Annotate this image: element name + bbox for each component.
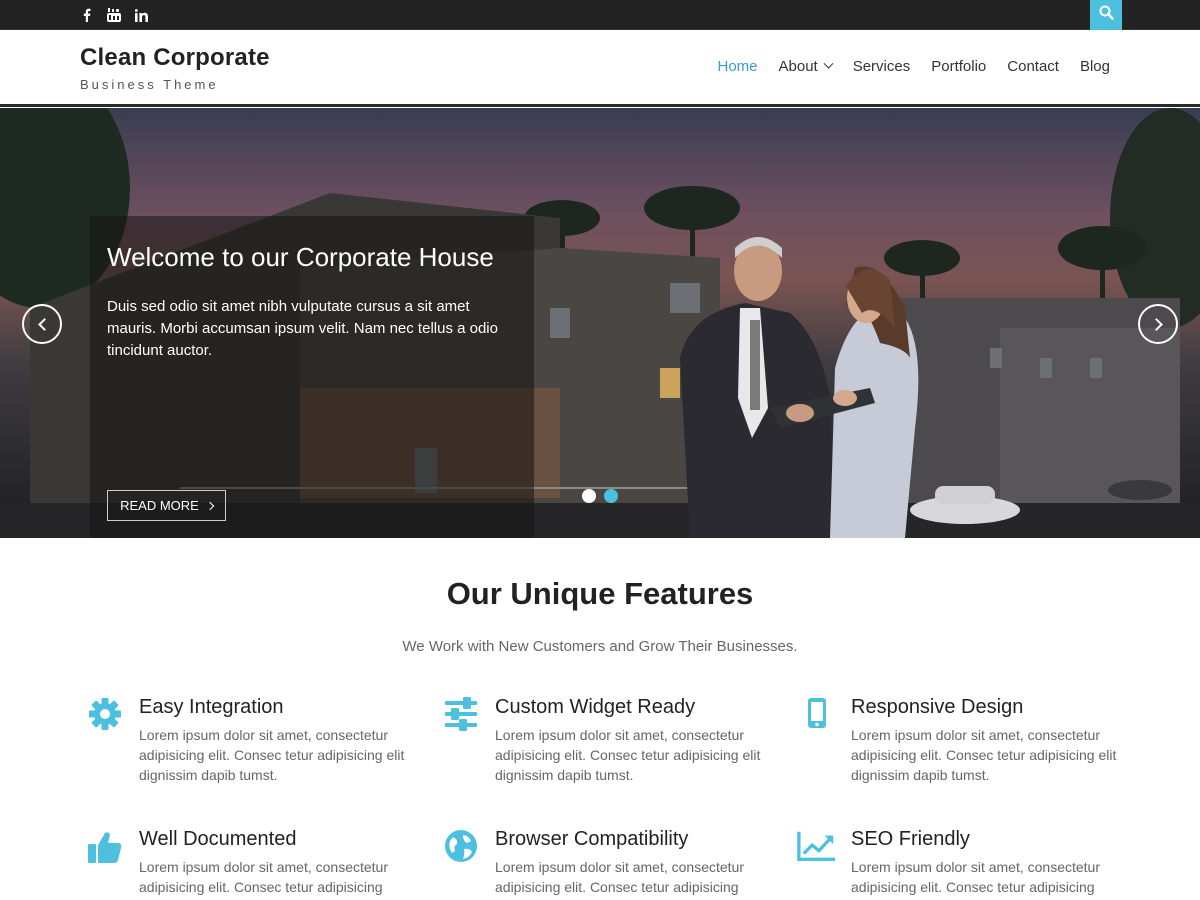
chevron-down-icon (823, 58, 834, 69)
nav-label: Contact (1007, 58, 1059, 75)
slide-caption: Welcome to our Corporate House Duis sed … (90, 216, 534, 538)
feature-title: Easy Integration (139, 696, 284, 718)
chevron-right-icon (1149, 317, 1163, 331)
features-subtitle: We Work with New Customers and Grow Thei… (402, 638, 798, 655)
slider-dot-2[interactable] (604, 489, 618, 503)
feature-title: Custom Widget Ready (495, 696, 696, 718)
nav-label: Services (852, 58, 911, 75)
slider-prev-button[interactable] (22, 304, 62, 344)
thumbs-up-icon (85, 829, 125, 869)
nav-label: Portfolio (931, 58, 987, 75)
feature-title: Responsive Design (851, 696, 1024, 718)
sliders-icon (441, 697, 481, 737)
youtube-icon[interactable] (107, 8, 121, 22)
site-tagline: Business Theme (80, 77, 219, 92)
main-nav: Home About Services Portfolio Contact Bl… (696, 58, 1110, 75)
nav-item-blog[interactable]: Blog (1080, 58, 1110, 75)
feature-text: Lorem ipsum dolor sit amet, consectetur … (139, 859, 388, 895)
feature-text: Lorem ipsum dolor sit amet, consectetur … (851, 859, 1100, 895)
feature-title: SEO Friendly (851, 828, 970, 850)
hero-slider: Welcome to our Corporate House Duis sed … (0, 108, 1200, 538)
top-bar (0, 0, 1200, 30)
feature-text: Lorem ipsum dolor sit amet, consectetur … (495, 859, 744, 895)
slide-text: Duis sed odio sit amet nibh vulputate cu… (107, 298, 498, 359)
linkedin-icon[interactable] (134, 8, 148, 22)
slider-next-button[interactable] (1138, 304, 1178, 344)
slider-pagination (582, 489, 618, 503)
nav-item-home[interactable]: Home (717, 58, 757, 75)
feature-text: Lorem ipsum dolor sit amet, consectetur … (139, 727, 405, 783)
features-title: Our Unique Features (446, 576, 754, 611)
feature-title: Well Documented (139, 828, 297, 850)
feature-title: Browser Compatibility (495, 828, 689, 850)
chart-line-icon (797, 829, 837, 869)
nav-item-portfolio[interactable]: Portfolio (931, 58, 986, 75)
feature-text: Lorem ipsum dolor sit amet, consectetur … (495, 727, 761, 783)
gear-icon (85, 697, 125, 737)
slider-dot-1[interactable] (582, 489, 596, 503)
search-icon (1099, 5, 1114, 25)
globe-icon (441, 829, 481, 869)
social-links (80, 0, 148, 30)
read-more-label: READ MORE (120, 498, 199, 513)
facebook-icon[interactable] (80, 8, 94, 22)
nav-label: About (778, 58, 818, 75)
feature-text: Lorem ipsum dolor sit amet, consectetur … (851, 727, 1117, 783)
chevron-left-icon (37, 317, 51, 331)
nav-item-services[interactable]: Services (853, 58, 911, 75)
site-header: Clean Corporate Business Theme Home Abou… (0, 30, 1200, 107)
search-button[interactable] (1090, 0, 1122, 30)
mobile-icon (797, 697, 837, 737)
nav-label: Blog (1079, 58, 1110, 75)
slide-title: Welcome to our Corporate House (107, 242, 494, 272)
nav-item-about[interactable]: About (778, 58, 834, 75)
nav-label: Home (717, 58, 758, 75)
site-title[interactable]: Clean Corporate (80, 44, 270, 72)
chevron-right-icon (205, 501, 215, 510)
read-more-button[interactable]: READ MORE (107, 490, 226, 521)
nav-item-contact[interactable]: Contact (1007, 58, 1059, 75)
